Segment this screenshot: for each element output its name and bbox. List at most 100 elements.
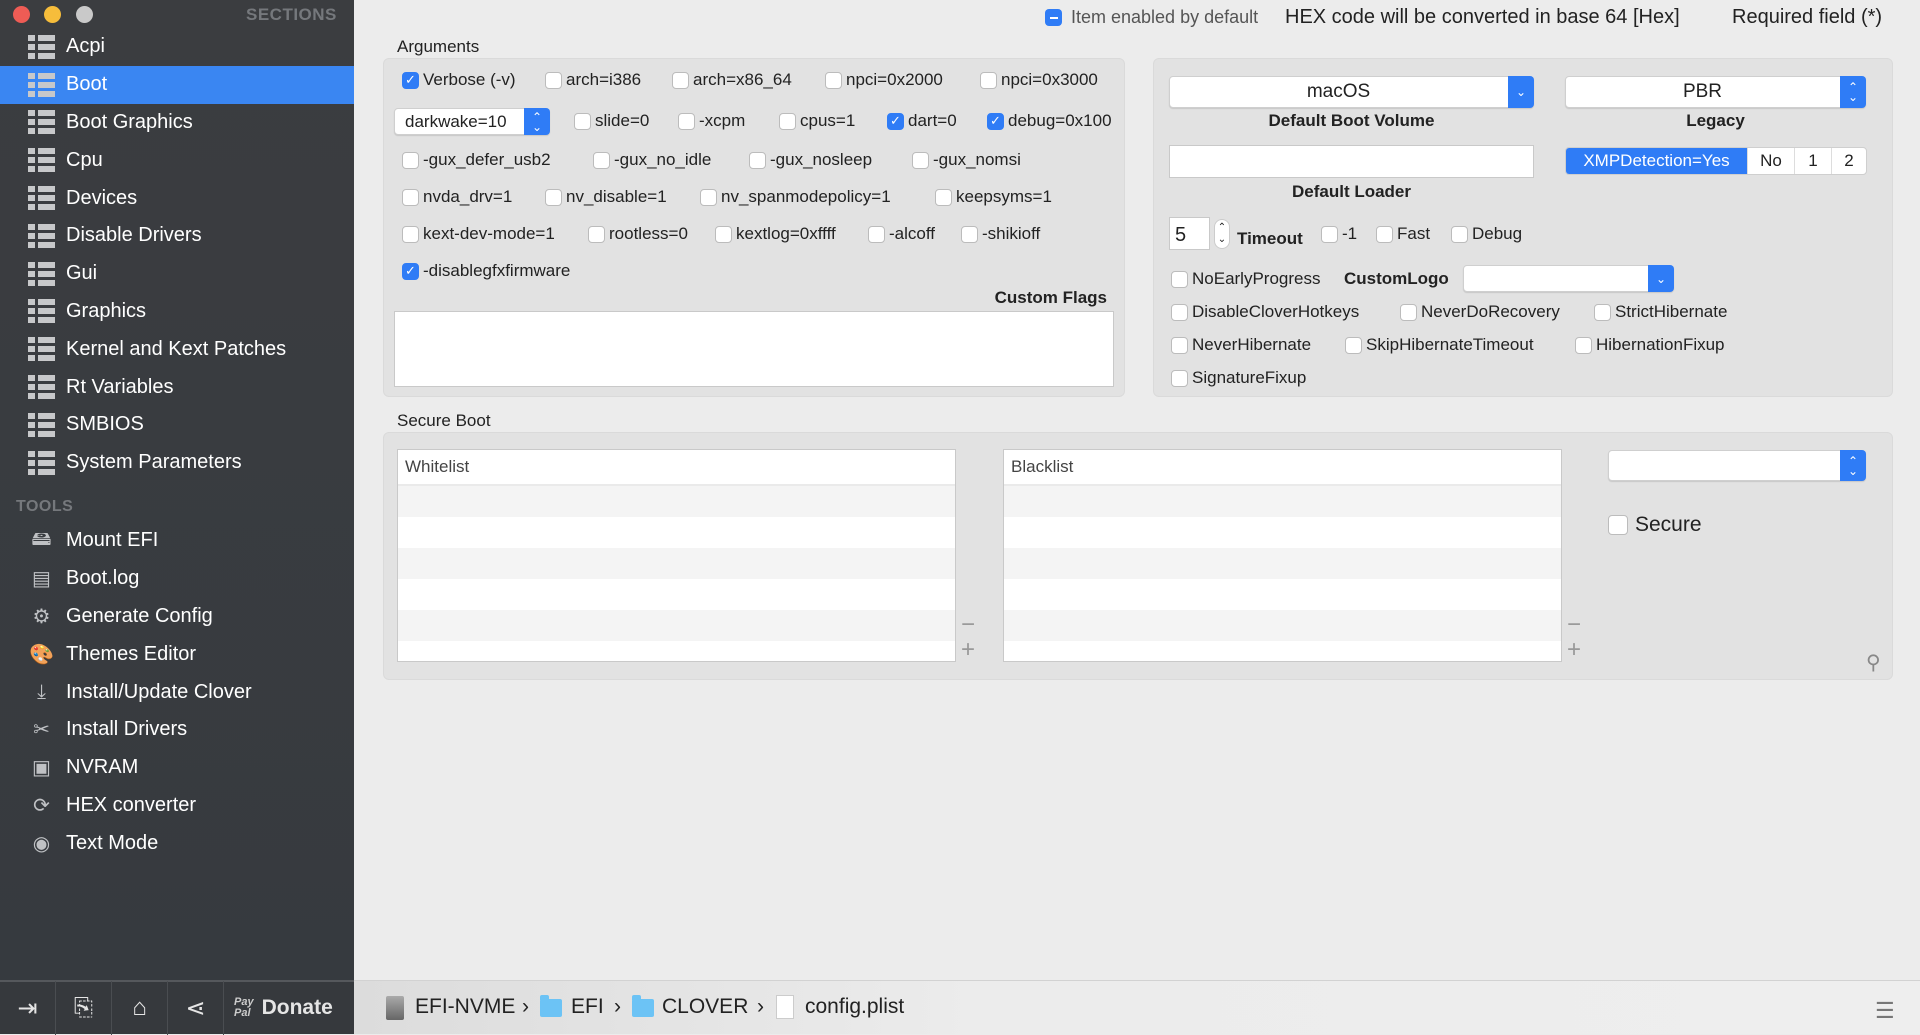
checkbox-box[interactable]: [980, 71, 997, 89]
whitelist-table[interactable]: Whitelist: [397, 449, 956, 662]
checkbox-box[interactable]: [588, 225, 605, 243]
sidebar-item-text-mode[interactable]: ◉ Text Mode: [0, 824, 354, 862]
arg-checkbox[interactable]: npci=0x3000: [980, 69, 1098, 91]
donate-button[interactable]: Pay Pal Donate: [224, 981, 333, 1035]
timeout-input[interactable]: 5: [1169, 217, 1210, 250]
arg-checkbox[interactable]: kextlog=0xffff: [715, 223, 836, 245]
sidebar-item-gui[interactable]: Gui: [0, 255, 354, 293]
path-volume[interactable]: EFI-NVME: [415, 995, 515, 1019]
home-button[interactable]: ⌂: [112, 981, 168, 1035]
sidebar-item-smbios[interactable]: SMBIOS: [0, 406, 354, 444]
sidebar-item-install-update-clover[interactable]: ⤓ Install/Update Clover: [0, 673, 354, 711]
checkbox-box[interactable]: [678, 112, 695, 130]
boot-checkbox[interactable]: NeverDoRecovery: [1400, 301, 1560, 323]
arg-checkbox[interactable]: keepsyms=1: [935, 186, 1052, 208]
checkbox-box[interactable]: [700, 188, 717, 206]
table-row[interactable]: [398, 517, 955, 548]
xmp-1-segment[interactable]: 1: [1794, 148, 1831, 174]
arg-checkbox[interactable]: arch=x86_64: [672, 69, 792, 91]
secure-boot-policy-select[interactable]: ⌃ ⌄: [1608, 450, 1866, 481]
table-row[interactable]: [398, 610, 955, 641]
secure-checkbox[interactable]: Secure: [1608, 513, 1702, 536]
sidebar-item-kernel-and-kext-patches[interactable]: Kernel and Kext Patches: [0, 330, 354, 368]
checkbox-box[interactable]: [935, 188, 952, 206]
checkbox-box[interactable]: [1451, 225, 1468, 243]
arg-checkbox[interactable]: -xcpm: [678, 110, 745, 132]
darkwake-select[interactable]: darkwake=10 ⌃ ⌄: [394, 108, 550, 135]
table-row[interactable]: [398, 486, 955, 517]
checkbox-box[interactable]: [1171, 303, 1188, 321]
checkbox-box[interactable]: [545, 188, 562, 206]
arg-checkbox[interactable]: arch=i386: [545, 69, 641, 91]
sidebar-item-rt-variables[interactable]: Rt Variables: [0, 368, 354, 406]
checkbox-box[interactable]: [1376, 225, 1393, 243]
checkbox-box[interactable]: [402, 151, 419, 169]
arg-checkbox[interactable]: debug=0x100: [987, 110, 1112, 132]
checkbox-box[interactable]: [1575, 336, 1592, 354]
boot-checkbox[interactable]: DisableCloverHotkeys: [1171, 301, 1359, 323]
arg-checkbox[interactable]: npci=0x2000: [825, 69, 943, 91]
table-row[interactable]: [1004, 486, 1561, 517]
arg-checkbox[interactable]: kext-dev-mode=1: [402, 223, 555, 245]
debug-checkbox[interactable]: Debug: [1451, 223, 1522, 245]
sidebar-item-acpi[interactable]: Acpi: [0, 28, 354, 66]
arg-checkbox[interactable]: -gux_nosleep: [749, 149, 872, 171]
checkbox-box[interactable]: [912, 151, 929, 169]
checkbox-box[interactable]: [1321, 225, 1338, 243]
sidebar-item-boot[interactable]: Boot: [0, 65, 354, 104]
legacy-select[interactable]: PBR ⌃ ⌄: [1565, 76, 1866, 108]
arg-checkbox[interactable]: rootless=0: [588, 223, 688, 245]
arg-checkbox[interactable]: -gux_no_idle: [593, 149, 711, 171]
arg-checkbox[interactable]: -alcoff: [868, 223, 935, 245]
table-row[interactable]: [1004, 517, 1561, 548]
sidebar-item-boot-graphics[interactable]: Boot Graphics: [0, 104, 354, 142]
checkbox-box[interactable]: [402, 262, 419, 280]
custom-flags-textarea[interactable]: [394, 311, 1114, 387]
checkbox-box[interactable]: [749, 151, 766, 169]
default-loader-input[interactable]: [1169, 145, 1534, 178]
checkbox-box[interactable]: [402, 188, 419, 206]
sidebar-item-cpu[interactable]: Cpu: [0, 141, 354, 179]
custom-logo-select[interactable]: ⌄: [1463, 265, 1674, 292]
arg-checkbox[interactable]: nvda_drv=1: [402, 186, 512, 208]
arg-checkbox[interactable]: slide=0: [574, 110, 649, 132]
export-button[interactable]: ⎘: [56, 981, 112, 1035]
arg-checkbox[interactable]: -gux_nomsi: [912, 149, 1021, 171]
arg-checkbox[interactable]: -shikioff: [961, 223, 1040, 245]
zoom-button[interactable]: [76, 6, 93, 23]
checkbox-box[interactable]: [715, 225, 732, 243]
sidebar-item-hex-converter[interactable]: ⟳ HEX converter: [0, 787, 354, 825]
arg-checkbox[interactable]: -gux_defer_usb2: [402, 149, 551, 171]
boot-checkbox[interactable]: SkipHibernateTimeout: [1345, 334, 1534, 356]
boot-checkbox[interactable]: HibernationFixup: [1575, 334, 1725, 356]
checkbox-box[interactable]: [887, 112, 904, 130]
checkbox-box[interactable]: [1594, 303, 1611, 321]
table-row[interactable]: [398, 641, 955, 672]
sidebar-item-devices[interactable]: Devices: [0, 179, 354, 217]
arg-checkbox[interactable]: nv_disable=1: [545, 186, 667, 208]
minimize-button[interactable]: [44, 6, 61, 23]
checkbox-box[interactable]: [672, 71, 689, 89]
checkbox-box[interactable]: [987, 112, 1004, 130]
table-row[interactable]: [1004, 548, 1561, 579]
arg-checkbox[interactable]: -disablegfxfirmware: [402, 260, 570, 282]
import-button[interactable]: ⇥: [0, 981, 56, 1035]
checkbox-box[interactable]: [1171, 336, 1188, 354]
checkbox-box[interactable]: [593, 151, 610, 169]
checkbox-box[interactable]: [1171, 369, 1188, 387]
timeout-stepper[interactable]: ⌃ ⌄: [1214, 219, 1230, 249]
table-row[interactable]: [398, 579, 955, 610]
checkbox-box[interactable]: [1345, 336, 1362, 354]
sidebar-item-themes-editor[interactable]: 🎨 Themes Editor: [0, 635, 354, 673]
blacklist-table[interactable]: Blacklist: [1003, 449, 1562, 662]
blacklist-add-button[interactable]: +: [1567, 638, 1581, 662]
checkbox-box[interactable]: [1171, 270, 1188, 288]
menu-icon[interactable]: ☰: [1875, 998, 1895, 1024]
path-folder-clover[interactable]: CLOVER: [662, 995, 748, 1019]
path-file[interactable]: config.plist: [805, 995, 904, 1019]
table-row[interactable]: [1004, 579, 1561, 610]
no-early-progress-checkbox[interactable]: NoEarlyProgress: [1171, 268, 1321, 290]
boot-checkbox[interactable]: NeverHibernate: [1171, 334, 1311, 356]
sidebar-item-disable-drivers[interactable]: Disable Drivers: [0, 217, 354, 255]
arg-checkbox[interactable]: nv_spanmodepolicy=1: [700, 186, 891, 208]
